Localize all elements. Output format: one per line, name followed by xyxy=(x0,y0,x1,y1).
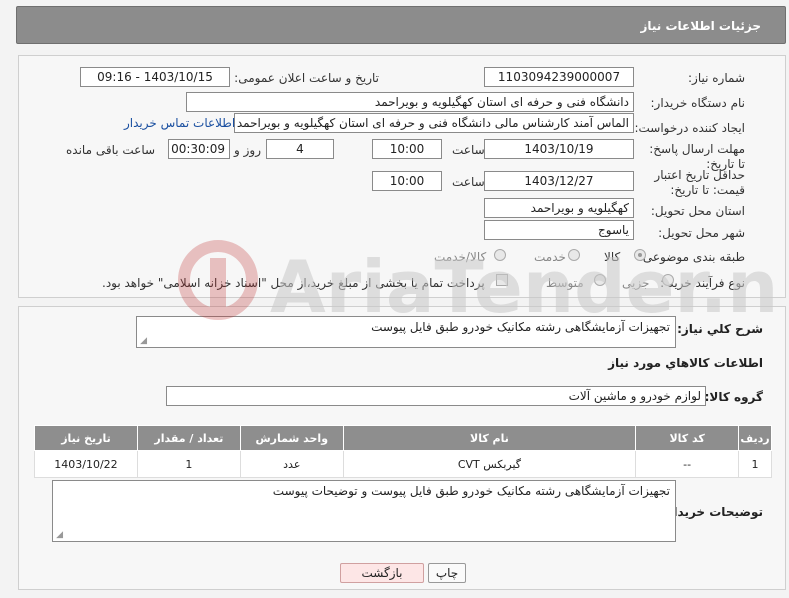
process-option-minor: جزیی xyxy=(622,276,650,290)
resize-grip-icon: ◢ xyxy=(140,336,147,346)
print-button[interactable]: چاپ xyxy=(428,563,466,583)
page-header: جزئیات اطلاعات نیاز xyxy=(16,6,786,44)
col-need-date: تاریخ نیاز xyxy=(34,425,138,451)
buyer-contact-link[interactable]: اطلاعات تماس خریدار xyxy=(124,116,235,130)
category-option-goods-service: کالا/خدمت xyxy=(434,250,487,264)
table-row: 1 -- گیربکس CVT عدد 1 1403/10/22 xyxy=(34,450,772,478)
back-button[interactable]: بازگشت xyxy=(340,563,424,583)
reply-time-label: ساعت xyxy=(452,143,485,157)
validity-label: حداقل تاریخ اعتبار قیمت: تا تاریخ: xyxy=(654,168,745,197)
buyer-notes-field: تجهیزات آزمایشگاهی رشته مکانیک خودرو طبق… xyxy=(52,480,676,542)
remaining-time-field: 00:30:09 xyxy=(168,139,230,159)
city-label: شهر محل تحویل: xyxy=(658,226,745,240)
col-quantity: تعداد / مقدار xyxy=(136,425,241,451)
days-field: 4 xyxy=(266,139,334,159)
need-number-field: 1103094239000007 xyxy=(484,67,634,87)
need-number-label: شماره نیاز: xyxy=(688,71,745,85)
cell-goods-name: گیربکس CVT xyxy=(342,450,637,478)
city-field: یاسوج xyxy=(484,220,634,240)
goods-info-title: اطلاعات کالاهاي مورد نياز xyxy=(608,356,763,370)
process-radio-minor[interactable] xyxy=(662,274,674,286)
category-radio-goods[interactable] xyxy=(634,249,646,261)
cell-need-date: 1403/10/22 xyxy=(34,450,138,478)
summary-text: تجهیزات آزمایشگاهی رشته مکانیک خودرو طبق… xyxy=(371,320,670,334)
creator-field: الماس آمند کارشناس مالی دانشگاه فنی و حر… xyxy=(234,113,634,133)
summary-label: شرح کلي نياز: xyxy=(677,322,763,336)
goods-table: ردیف کد کالا نام کالا واحد شمارش تعداد /… xyxy=(34,425,772,478)
reply-time-field: 10:00 xyxy=(372,139,442,159)
category-option-service: خدمت xyxy=(534,250,566,264)
category-label: طبقه بندی موضوعی: xyxy=(638,250,745,264)
buyer-notes-text: تجهیزات آزمایشگاهی رشته مکانیک خودرو طبق… xyxy=(272,484,670,498)
remaining-label: ساعت باقی مانده xyxy=(66,143,156,157)
col-row-number: ردیف xyxy=(738,425,772,451)
goods-group-label: گروه کالا: xyxy=(704,390,763,404)
announce-label: تاریخ و ساعت اعلان عمومی: xyxy=(234,71,379,85)
province-field: کهگیلویه و بویراحمد xyxy=(484,198,634,218)
summary-field: تجهیزات آزمایشگاهی رشته مکانیک خودرو طبق… xyxy=(136,316,676,348)
resize-grip-icon: ◢ xyxy=(56,530,63,540)
goods-group-field: لوازم خودرو و ماشین آلات xyxy=(166,386,706,406)
validity-time-field: 10:00 xyxy=(372,171,442,191)
process-option-medium: متوسط xyxy=(546,276,584,290)
page-title: جزئیات اطلاعات نیاز xyxy=(640,19,761,33)
goods-table-header: ردیف کد کالا نام کالا واحد شمارش تعداد /… xyxy=(34,425,772,451)
cell-row-number: 1 xyxy=(738,450,772,478)
category-radio-goods-service[interactable] xyxy=(494,249,506,261)
treasury-payment-checkbox[interactable] xyxy=(496,274,508,286)
cell-quantity: 1 xyxy=(136,450,241,478)
category-option-goods: کالا xyxy=(604,250,621,264)
col-goods-code: کد کالا xyxy=(635,425,740,451)
buyer-org-field: دانشگاه فنی و حرفه ای استان کهگیلویه و ب… xyxy=(186,92,634,112)
province-label: استان محل تحویل: xyxy=(650,204,745,218)
creator-label: ایجاد کننده درخواست: xyxy=(634,121,745,135)
category-radio-service[interactable] xyxy=(568,249,580,261)
validity-date-field: 1403/12/27 xyxy=(484,171,634,191)
col-unit: واحد شمارش xyxy=(239,425,344,451)
validity-time-label: ساعت xyxy=(452,175,485,189)
buyer-org-label: نام دستگاه خریدار: xyxy=(650,96,746,110)
process-radio-medium[interactable] xyxy=(594,274,606,286)
announce-field: 1403/10/15 - 09:16 xyxy=(80,67,230,87)
reply-date-field: 1403/10/19 xyxy=(484,139,634,159)
col-goods-name: نام کالا xyxy=(342,425,637,451)
cell-unit: عدد xyxy=(239,450,344,478)
buyer-notes-label: توضیحات خریدار: xyxy=(661,505,763,519)
days-label: روز و xyxy=(234,143,261,157)
treasury-payment-note: پرداخت تمام یا بخشی از مبلغ خرید،از محل … xyxy=(102,276,485,290)
cell-goods-code: -- xyxy=(635,450,740,478)
